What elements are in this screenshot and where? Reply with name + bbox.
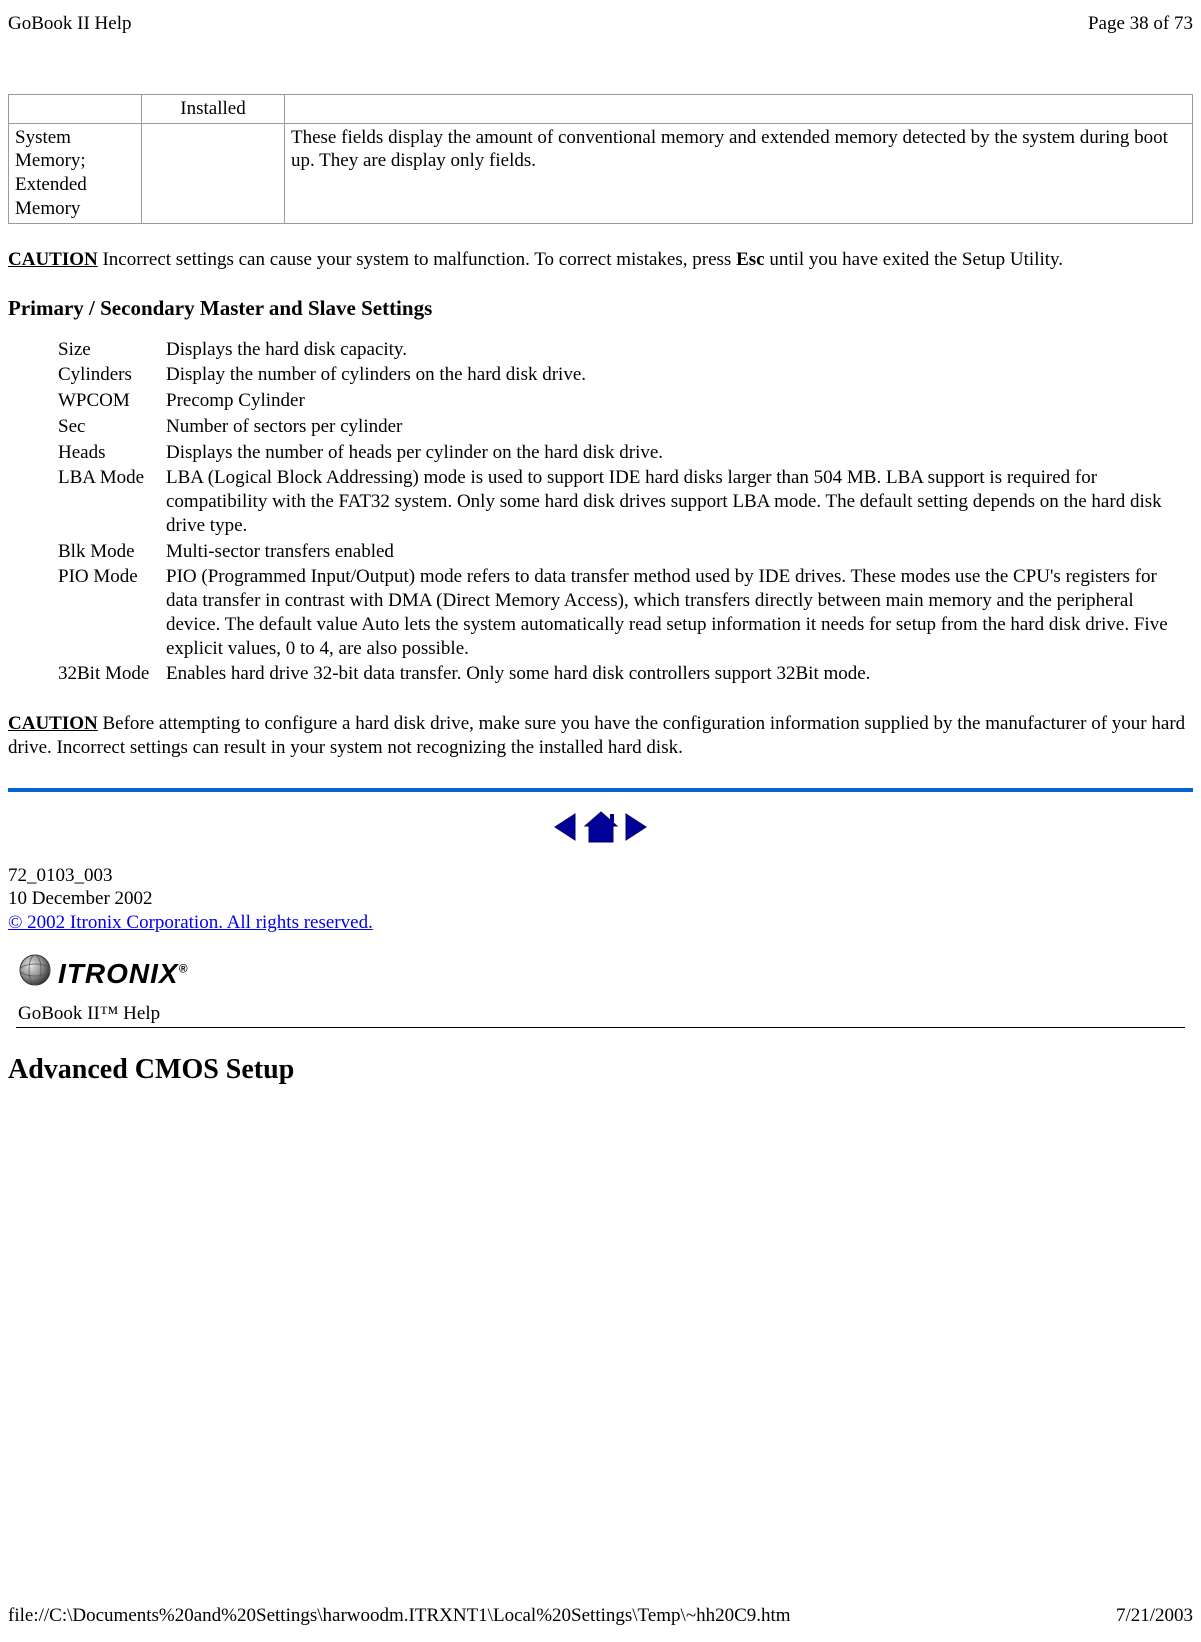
table-row: LBA ModeLBA (Logical Block Addressing) m…: [58, 466, 1178, 539]
table-row: Blk ModeMulti-sector transfers enabled: [58, 540, 1178, 566]
caution-paragraph: CAUTION Incorrect settings can cause you…: [8, 248, 1193, 272]
doc-id: 72_0103_003: [8, 864, 1193, 888]
field-option-cell: [142, 123, 285, 223]
setting-desc: Number of sectors per cylinder: [166, 415, 1178, 441]
doc-date: 10 December 2002: [8, 887, 1193, 911]
field-option-cell: Installed: [142, 94, 285, 123]
setting-name: LBA Mode: [58, 466, 166, 539]
product-help-title: GoBook II™ Help: [18, 1003, 160, 1024]
setting-name: 32Bit Mode: [58, 662, 166, 688]
caution-label: CAUTION: [8, 713, 98, 734]
caution-text-cont: until you have exited the Setup Utility.: [765, 249, 1064, 270]
nav-icons: [8, 810, 1193, 844]
field-desc-cell: [285, 94, 1193, 123]
settings-table: SizeDisplays the hard disk capacity. Cyl…: [58, 338, 1178, 689]
field-name-cell: [9, 94, 142, 123]
home-icon[interactable]: [582, 815, 625, 836]
setting-name: Cylinders: [58, 363, 166, 389]
setting-desc: LBA (Logical Block Addressing) mode is u…: [166, 466, 1178, 539]
setting-desc: Displays the number of heads per cylinde…: [166, 441, 1178, 467]
file-path: file://C:\Documents%20and%20Settings\har…: [8, 1604, 791, 1628]
table-row: WPCOMPrecomp Cylinder: [58, 389, 1178, 415]
globe-icon: [18, 953, 52, 994]
section-heading: Primary / Secondary Master and Slave Set…: [8, 295, 1193, 321]
caution-label: CAUTION: [8, 249, 98, 270]
table-row: System Memory; Extended Memory These fie…: [9, 123, 1193, 223]
setting-name: Sec: [58, 415, 166, 441]
setting-name: Heads: [58, 441, 166, 467]
table-row: PIO ModePIO (Programmed Input/Output) mo…: [58, 565, 1178, 662]
table-row: 32Bit ModeEnables hard drive 32-bit data…: [58, 662, 1178, 688]
page-indicator: Page 38 of 73: [1088, 12, 1193, 36]
table-row: SecNumber of sectors per cylinder: [58, 415, 1178, 441]
prev-icon[interactable]: [553, 815, 582, 836]
table-row: HeadsDisplays the number of heads per cy…: [58, 441, 1178, 467]
caution-text: Incorrect settings can cause your system…: [98, 249, 736, 270]
setting-desc: PIO (Programmed Input/Output) mode refer…: [166, 565, 1178, 662]
setting-desc: Precomp Cylinder: [166, 389, 1178, 415]
caution-paragraph: CAUTION Before attempting to configure a…: [8, 712, 1193, 760]
setting-name: PIO Mode: [58, 565, 166, 662]
registered-mark: ®: [179, 961, 189, 975]
caution-text: Before attempting to configure a hard di…: [8, 713, 1185, 758]
setting-desc: Enables hard drive 32-bit data transfer.…: [166, 662, 1178, 688]
field-desc-cell: These fields display the amount of conve…: [285, 123, 1193, 223]
setting-name: Blk Mode: [58, 540, 166, 566]
brand-logo: ITRONIX®: [18, 953, 1193, 994]
advanced-heading: Advanced CMOS Setup: [8, 1052, 1193, 1087]
fields-table: Installed System Memory; Extended Memory…: [8, 94, 1193, 224]
esc-key: Esc: [736, 249, 765, 270]
setting-desc: Display the number of cylinders on the h…: [166, 363, 1178, 389]
table-row: CylindersDisplay the number of cylinders…: [58, 363, 1178, 389]
divider: [8, 788, 1193, 792]
table-row: SizeDisplays the hard disk capacity.: [58, 338, 1178, 364]
field-name-cell: System Memory; Extended Memory: [9, 123, 142, 223]
footer-date: 7/21/2003: [1116, 1604, 1193, 1628]
next-icon[interactable]: [624, 815, 648, 836]
setting-desc: Multi-sector transfers enabled: [166, 540, 1178, 566]
setting-name: Size: [58, 338, 166, 364]
copyright-link[interactable]: © 2002 Itronix Corporation. All rights r…: [8, 912, 373, 933]
setting-name: WPCOM: [58, 389, 166, 415]
brand-name: ITRONIX®: [58, 956, 188, 991]
table-row: Installed: [9, 94, 1193, 123]
doc-title: GoBook II Help: [8, 12, 131, 36]
setting-desc: Displays the hard disk capacity.: [166, 338, 1178, 364]
